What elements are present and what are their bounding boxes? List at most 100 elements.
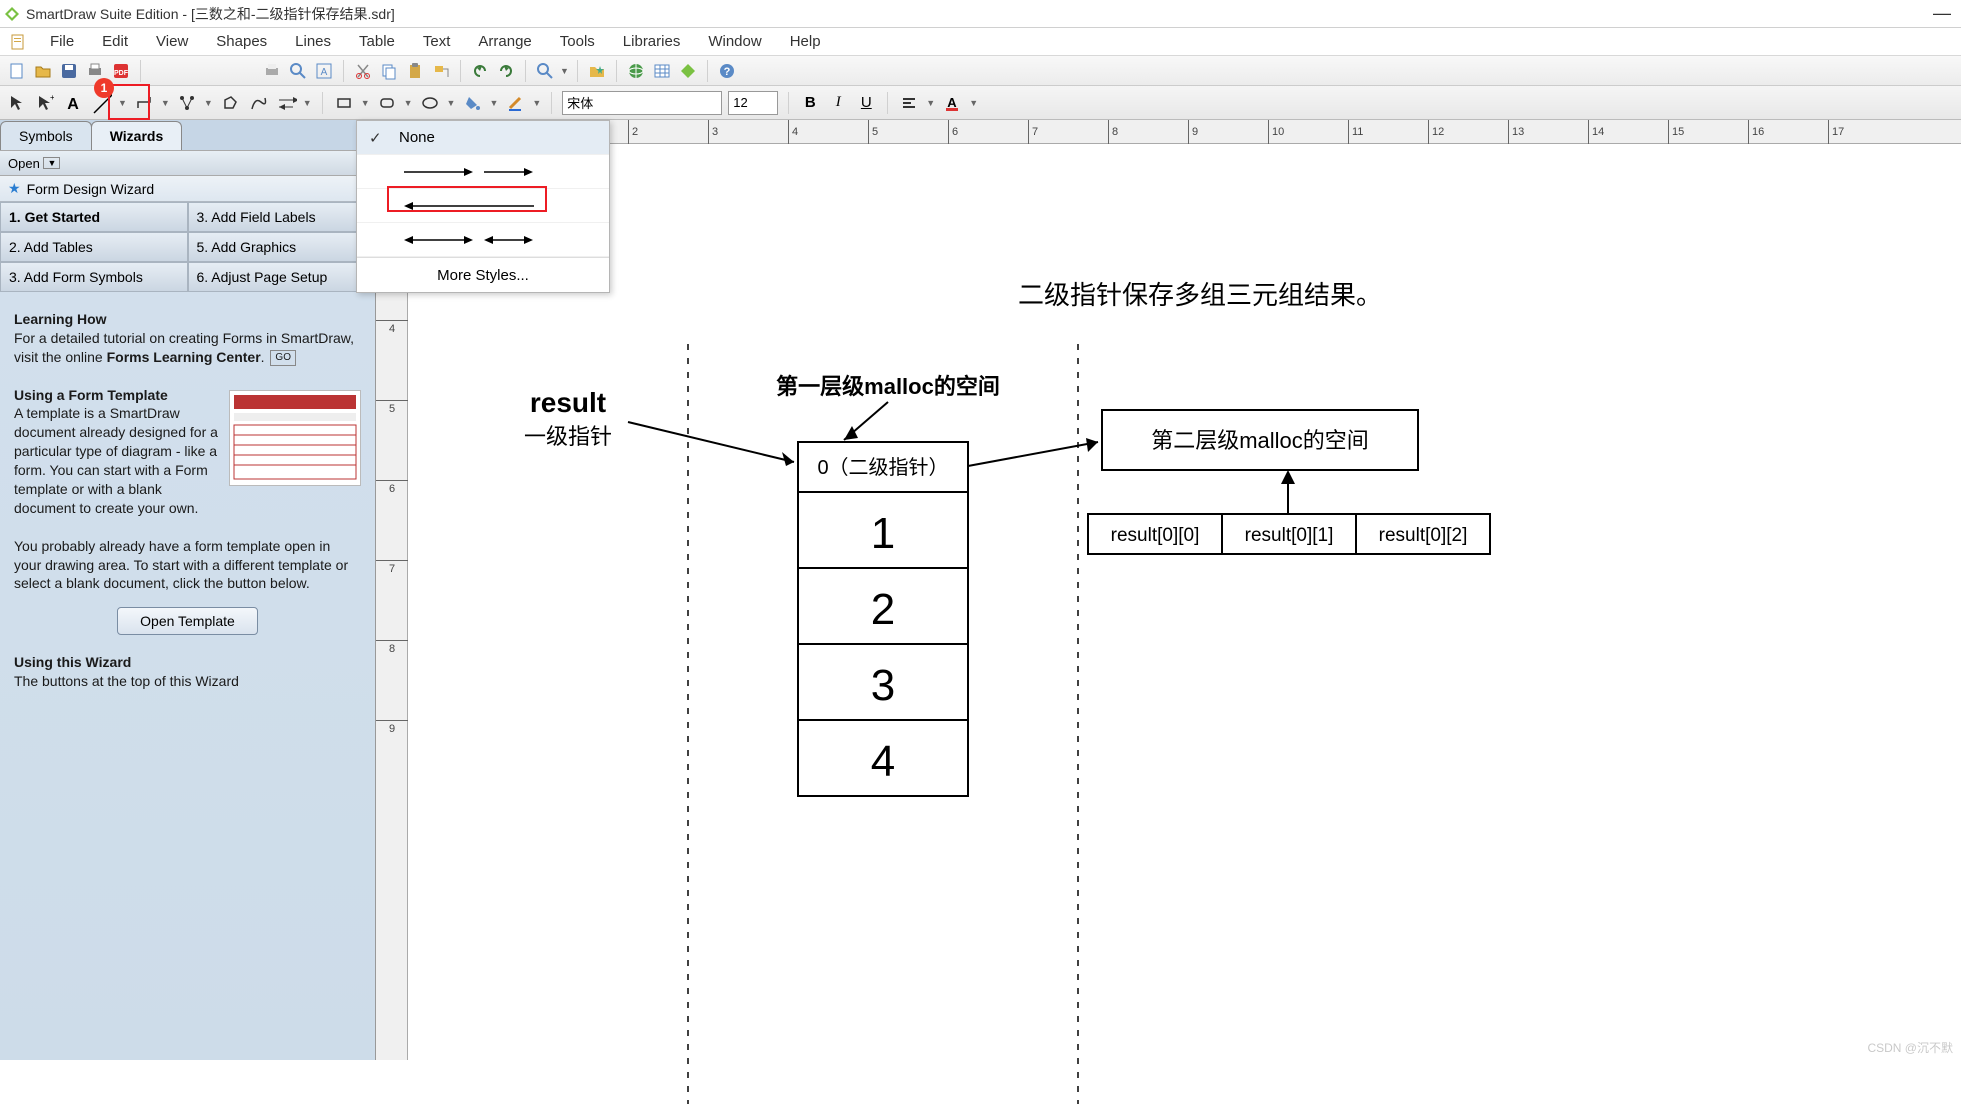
arrow-none[interactable]: ✓ None [357,121,609,155]
menu-table[interactable]: Table [347,31,407,52]
check-icon: ✓ [369,129,387,147]
print-preview-icon[interactable] [261,60,283,82]
drawing-canvas[interactable]: 二级指针保存多组三元组结果。 result 一级指针 第一层级malloc的空间… [408,144,1961,1060]
menu-libraries[interactable]: Libraries [611,31,693,52]
arrow-left[interactable] [357,189,609,223]
redo-icon[interactable] [495,60,517,82]
font-size-select[interactable] [728,91,778,115]
save-icon[interactable] [58,60,80,82]
wizard-title-row[interactable]: ★ Form Design Wizard [0,176,375,202]
font-color-icon[interactable]: A [941,92,963,114]
step-2[interactable]: 2. Add Tables [0,232,188,262]
template-thumbnail [229,390,361,486]
wizard-help: Learning How For a detailed tutorial on … [0,292,375,709]
ruler-horizontal: 234567891011121314151617 [408,120,1961,144]
shapes-icon[interactable] [677,60,699,82]
help-heading-1: Learning How [14,311,107,327]
result-heading: result [530,387,606,418]
step-6[interactable]: 6. Adjust Page Setup [188,262,376,292]
pdf-icon[interactable]: PDF [110,60,132,82]
folder-star-icon[interactable] [586,60,608,82]
app-logo-icon [4,6,20,22]
copy-icon[interactable] [378,60,400,82]
wizard-steps: 1. Get Started 3. Add Field Labels 2. Ad… [0,202,375,292]
pointer-plus-icon[interactable]: + [34,92,56,114]
svg-text:2: 2 [871,585,895,634]
cut-icon[interactable] [352,60,374,82]
svg-text:4: 4 [871,737,895,786]
align-icon[interactable] [898,92,920,114]
canvas-area: 234567891011121314151617 23456789 二级指针保存… [376,120,1961,1060]
paste-icon[interactable] [404,60,426,82]
arrow-more-styles[interactable]: More Styles... [357,258,609,292]
toolbar-separator [551,92,552,114]
spell-check-icon[interactable] [287,60,309,82]
arrows-dropdown-icon[interactable] [275,92,297,114]
step-3b[interactable]: 3. Add Form Symbols [0,262,188,292]
minimize-button[interactable]: — [1927,3,1957,24]
select-all-icon[interactable]: A [313,60,335,82]
italic-icon[interactable]: I [827,92,849,114]
tab-symbols[interactable]: Symbols [0,121,92,150]
diagram-title: 二级指针保存多组三元组结果。 [1018,280,1382,310]
table-icon[interactable] [651,60,673,82]
document-icon [10,34,26,50]
ellipse-icon[interactable] [419,92,441,114]
roundrect-icon[interactable] [376,92,398,114]
toolbar-separator [616,60,617,82]
font-select[interactable] [562,91,722,115]
polygon-icon[interactable] [219,92,241,114]
watermark: CSDN @沉不默 [1867,1039,1953,1056]
svg-text:3: 3 [871,661,895,710]
arrow-double[interactable] [357,223,609,257]
open-icon[interactable] [32,60,54,82]
menu-edit[interactable]: Edit [90,31,140,52]
toolbar-separator [525,60,526,82]
toolbar-separator [322,92,323,114]
step-3[interactable]: 3. Add Field Labels [188,202,376,232]
elbow-line-icon[interactable] [133,92,155,114]
toolbar-separator [577,60,578,82]
step-1[interactable]: 1. Get Started [0,202,188,232]
freehand-icon[interactable] [247,92,269,114]
connector-icon[interactable] [176,92,198,114]
drawing-toolbar: + A 1 ▼ ▼ ▼ ▼ ▼ ▼ ▼ ▼ ▼ B I U ▼ A▼ ✓ Non… [0,86,1961,120]
fill-icon[interactable] [461,92,483,114]
help-heading-3: Using this Wizard [14,654,131,670]
svg-text:1: 1 [871,509,895,558]
rect-icon[interactable] [333,92,355,114]
pointer-icon[interactable] [6,92,28,114]
open-bar[interactable]: Open ▼ [0,150,375,176]
toolbar-separator [707,60,708,82]
go-button[interactable]: GO [270,350,296,366]
tab-wizards[interactable]: Wizards [91,121,183,150]
layer2-heading: 第二层级malloc的空间 [1151,428,1369,453]
undo-icon[interactable] [469,60,491,82]
menu-window[interactable]: Window [696,31,773,52]
underline-icon[interactable]: U [855,92,877,114]
zoom-icon[interactable] [534,60,556,82]
menu-lines[interactable]: Lines [283,31,343,52]
bold-icon[interactable]: B [799,92,821,114]
menu-help[interactable]: Help [778,31,833,52]
format-painter-icon[interactable] [430,60,452,82]
open-template-button[interactable]: Open Template [117,607,258,635]
cell-0: 0（二级指针） [817,456,948,479]
line-color-icon[interactable] [504,92,526,114]
menu-shapes[interactable]: Shapes [204,31,279,52]
svg-text:A: A [948,95,958,110]
standard-toolbar: PDF A ▼ ? [0,56,1961,86]
menu-text[interactable]: Text [411,31,463,52]
help-heading-2: Using a Form Template [14,387,168,403]
menu-arrange[interactable]: Arrange [466,31,543,52]
step-5[interactable]: 5. Add Graphics [188,232,376,262]
text-icon[interactable]: A [62,92,84,114]
menu-view[interactable]: View [144,31,200,52]
menu-file[interactable]: File [38,31,86,52]
new-icon[interactable] [6,60,28,82]
arrow-right-double[interactable] [357,155,609,189]
globe-icon[interactable] [625,60,647,82]
menu-tools[interactable]: Tools [548,31,607,52]
help-icon[interactable]: ? [716,60,738,82]
toolbar-separator [788,92,789,114]
